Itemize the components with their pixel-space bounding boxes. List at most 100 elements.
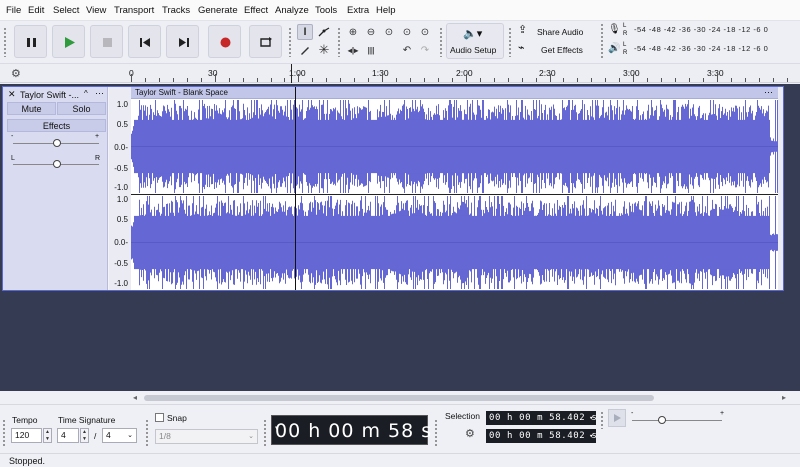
meter-grip[interactable] [600,23,604,59]
pan-left-label: L [11,155,15,162]
menu-select[interactable]: Select [53,5,79,16]
menu-edit[interactable]: Edit [28,5,44,16]
timeline-ruler[interactable]: ⚙ 0 30 1:00 1:30 2:00 2:30 3:00 3:30 [0,63,800,83]
ruler-tick [131,74,132,82]
clip-title-bar[interactable]: Taylor Swift - Blank Space ⋯ [131,87,778,99]
tools-grip[interactable] [288,27,292,57]
recording-meter[interactable]: 🎙 L R -54 -48 -42 -36 -30 -24 -18 -12 -6… [606,23,796,40]
scroll-right-icon[interactable]: ▸ [782,393,786,402]
play-button[interactable] [52,25,85,58]
menu-generate[interactable]: Generate [198,5,238,16]
snap-select[interactable]: 1/8 ⌄ [155,429,258,444]
horizontal-scroll-thumb[interactable] [144,395,654,401]
toolbar-grip[interactable] [3,27,7,57]
stop-icon [103,38,112,47]
selection-settings-gear-icon[interactable]: ⚙ [465,427,475,440]
time-sig-numerator-spinner[interactable]: ▲ ▼ [80,428,89,443]
zoom-toggle-button[interactable]: ⊙ [417,24,433,40]
tempo-spinner[interactable]: ▲ ▼ [43,428,52,443]
time-sig-denominator-select[interactable]: 4 ⌄ [102,428,137,443]
track-area[interactable]: ✕ Taylor Swift -... ^ ⋯ Mute Solo Effect… [0,84,800,391]
pause-button[interactable] [14,25,47,58]
menu-tools[interactable]: Tools [315,5,337,16]
time-format-dropdown-icon[interactable]: ▾ [275,424,424,432]
time-grip[interactable] [263,419,267,447]
menu-effect[interactable]: Effect [244,5,268,16]
ruler-playhead-marker[interactable] [291,64,292,83]
multi-tool-button[interactable]: ✳ [316,42,332,58]
snap-checkbox[interactable] [155,413,164,422]
menu-analyze[interactable]: Analyze [275,5,309,16]
zoom-toggle-icon: ⊙ [420,26,430,38]
menu-extra[interactable]: Extra [347,5,369,16]
ruler-settings-gear-icon[interactable]: ⚙ [11,67,21,80]
selection-tool-button[interactable]: I [297,24,313,40]
pan-slider[interactable] [53,160,61,168]
menu-tracks[interactable]: Tracks [162,5,190,16]
selection-end-time[interactable]: 00 h 00 m 58.402 s ▾ [486,429,597,443]
audio-setup-button[interactable]: 🔈▾ Audio Setup [446,23,504,59]
play-at-speed-grip[interactable] [600,411,604,429]
menu-help[interactable]: Help [376,5,396,16]
menu-view[interactable]: View [86,5,106,16]
ruler-tick [689,78,690,82]
skip-to-start-button[interactable] [128,25,161,58]
stop-button[interactable] [90,25,123,58]
time-sig-numerator-input[interactable]: 4 [57,428,79,443]
close-track-icon[interactable]: ✕ [8,89,16,100]
play-at-speed-button[interactable] [608,409,626,427]
ruler-tick [591,78,593,82]
ruler-tick [465,74,467,82]
horizontal-scrollbar[interactable]: ◂ ▸ [0,392,800,404]
tempo-input[interactable]: 120 [11,428,42,443]
silence-button[interactable]: ||| [363,42,379,58]
fit-selection-button[interactable]: ⊙ [381,24,397,40]
undo-button[interactable]: ↶ [399,42,415,58]
menu-transport[interactable]: Transport [114,5,154,16]
record-button[interactable] [208,25,241,58]
time-display[interactable]: 00 h 00 m 58 s ▾ [271,415,431,445]
audio-setup-grip[interactable] [439,27,443,57]
share-grip[interactable] [508,27,512,57]
skip-to-end-button[interactable] [166,25,199,58]
vertical-scale[interactable]: 1.0 0.5 0.0- -0.5 -1.0 1.0 0.5 0.0- -0.5… [109,87,131,290]
loop-button[interactable] [249,25,282,58]
channel-divider [131,194,778,195]
draw-tool-button[interactable] [297,42,313,58]
tempo-grip[interactable] [2,419,6,447]
mute-button[interactable]: Mute [7,102,56,115]
clip-menu-icon[interactable]: ⋯ [764,87,773,98]
selection-grip[interactable] [434,419,438,447]
collapse-track-icon[interactable]: ^ [84,89,88,98]
solo-button[interactable]: Solo [57,102,106,115]
menu-file[interactable]: File [6,5,21,16]
scroll-left-icon[interactable]: ◂ [133,393,137,402]
gain-slider[interactable] [53,139,61,147]
zoom-out-button[interactable]: ⊖ [363,24,379,40]
edit-grip[interactable] [337,27,341,57]
redo-button[interactable]: ↷ [417,42,433,58]
playback-meter[interactable]: 🔊 L R -54 -48 -42 -36 -30 -24 -18 -12 -6… [606,42,796,59]
share-audio-label: Share Audio [537,27,584,37]
effects-button[interactable]: Effects [7,119,106,132]
share-audio-button[interactable]: ⇪ Share Audio [514,23,604,40]
zoom-selection-icon: ⊙ [384,26,394,38]
audio-track[interactable]: ✕ Taylor Swift -... ^ ⋯ Mute Solo Effect… [2,86,784,291]
ruler-tick [326,78,328,82]
get-effects-button[interactable]: ⌁ Get Effects [514,41,604,58]
snap-grip[interactable] [145,419,149,447]
scale-label: 0.5 [116,120,128,129]
track-name[interactable]: Taylor Swift -... [20,90,79,100]
fit-project-button[interactable]: ⊙ [399,24,415,40]
zoom-in-button[interactable]: ⊕ [345,24,361,40]
envelope-tool-button[interactable] [316,24,332,40]
ruler-tick [521,78,523,82]
scale-label: -0.5 [114,164,128,173]
trim-button[interactable]: ◂|▸ [345,42,361,58]
waveform-clip[interactable]: Taylor Swift - Blank Space ⋯ [131,87,778,290]
speed-slider[interactable] [658,416,666,424]
scale-label: -1.0 [114,279,128,288]
track-menu-icon[interactable]: ⋯ [95,88,104,99]
selection-start-time[interactable]: 00 h 00 m 58.402 s ▾ [486,411,597,425]
ruler-tick [312,78,314,82]
